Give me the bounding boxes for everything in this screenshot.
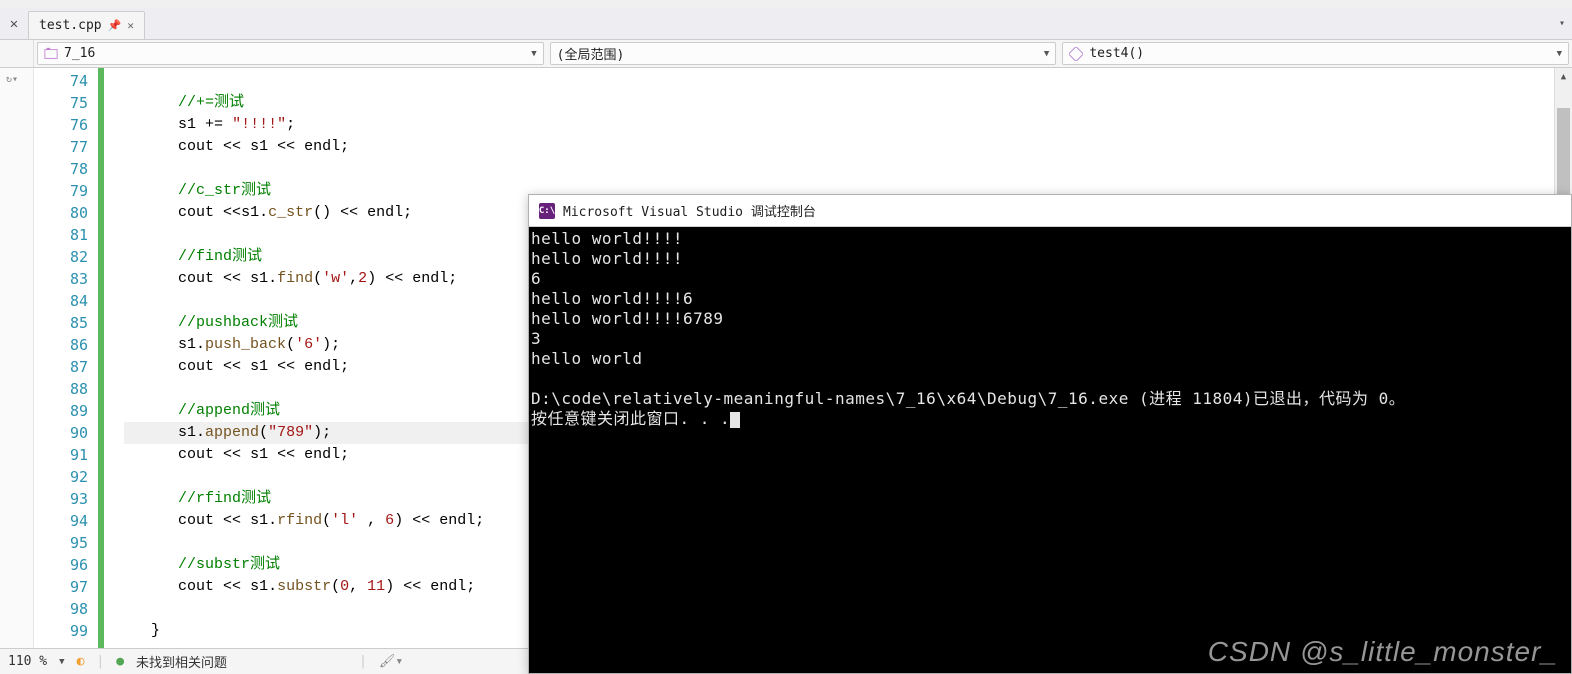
file-tab-test-cpp[interactable]: test.cpp 📌 ✕ <box>28 11 145 39</box>
zoom-level[interactable]: 110 % <box>8 654 47 669</box>
console-titlebar[interactable]: C:\ Microsoft Visual Studio 调试控制台 <box>529 195 1571 227</box>
console-output[interactable]: hello world!!!! hello world!!!! 6 hello … <box>529 227 1571 673</box>
vs-icon: C:\ <box>539 203 555 219</box>
fold-gutter <box>106 68 124 648</box>
chevron-down-icon: ▼ <box>1557 49 1562 59</box>
brush-icon[interactable]: 🖌▾ <box>379 654 403 669</box>
chevron-down-icon: ▼ <box>1044 49 1049 59</box>
scope-label: 7_16 <box>64 46 525 61</box>
check-icon: ● <box>116 654 124 669</box>
tab-overflow-button[interactable]: ▾ <box>1552 8 1572 39</box>
namespace-dropdown[interactable]: (全局范围) ▼ <box>550 42 1057 65</box>
tab-bar: ✕ test.cpp 📌 ✕ ▾ <box>0 8 1572 40</box>
chevron-down-icon: ▼ <box>531 49 536 59</box>
issues-label: 未找到相关问题 <box>136 652 227 671</box>
namespace-label: (全局范围) <box>557 44 1038 63</box>
close-all-button[interactable]: ✕ <box>0 8 28 39</box>
navigation-bar: 7_16 ▼ (全局范围) ▼ test4() ▼ <box>0 40 1572 68</box>
change-indicator <box>98 68 104 648</box>
console-title-label: Microsoft Visual Studio 调试控制台 <box>563 201 816 220</box>
project-icon <box>44 47 58 61</box>
close-icon[interactable]: ✕ <box>127 19 134 32</box>
left-gutter: ↻▾ <box>0 68 34 648</box>
scope-dropdown[interactable]: 7_16 ▼ <box>37 42 544 65</box>
function-label: test4() <box>1089 46 1550 61</box>
chevron-down-icon[interactable]: ▼ <box>59 657 64 667</box>
pin-icon[interactable]: 📌 <box>108 19 122 32</box>
lightbulb-icon[interactable]: ◐ <box>77 654 85 669</box>
scroll-up-icon[interactable]: ▲ <box>1555 68 1572 86</box>
file-tab-label: test.cpp <box>39 18 102 33</box>
function-dropdown[interactable]: test4() ▼ <box>1062 42 1569 65</box>
history-dropdown-icon[interactable]: ↻▾ <box>6 74 18 85</box>
method-icon <box>1069 47 1083 61</box>
debug-console-window[interactable]: C:\ Microsoft Visual Studio 调试控制台 hello … <box>528 194 1572 674</box>
line-number-gutter: 7475767778798081828384858687888990919293… <box>34 68 98 648</box>
